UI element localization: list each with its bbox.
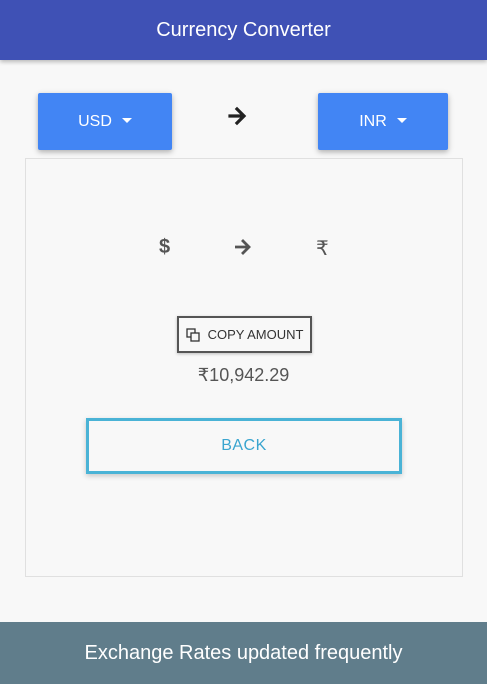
app-header: Currency Converter — [0, 0, 487, 60]
to-currency-symbol: ₹ — [316, 238, 329, 260]
from-currency-symbol: $ — [159, 236, 171, 258]
to-currency-label: INR — [359, 112, 387, 130]
from-currency-label: USD — [78, 112, 112, 130]
arrow-right-icon — [235, 239, 251, 255]
arrow-right-icon — [228, 106, 247, 126]
footer: Exchange Rates updated frequently — [0, 622, 487, 684]
back-button[interactable]: BACK — [86, 418, 402, 474]
caret-down-icon — [121, 117, 132, 123]
to-currency-dropdown[interactable]: INR — [318, 93, 448, 150]
from-currency-dropdown[interactable]: USD — [38, 93, 172, 150]
converted-amount: ₹10,942.29 — [197, 365, 290, 385]
copy-icon — [185, 327, 200, 342]
back-button-label: BACK — [221, 437, 267, 454]
footer-text: Exchange Rates updated frequently — [84, 641, 403, 664]
caret-down-icon — [396, 117, 407, 123]
copy-amount-button[interactable]: COPY AMOUNT — [177, 316, 312, 353]
copy-amount-label: COPY AMOUNT — [207, 327, 304, 342]
app-title: Currency Converter — [156, 18, 331, 41]
